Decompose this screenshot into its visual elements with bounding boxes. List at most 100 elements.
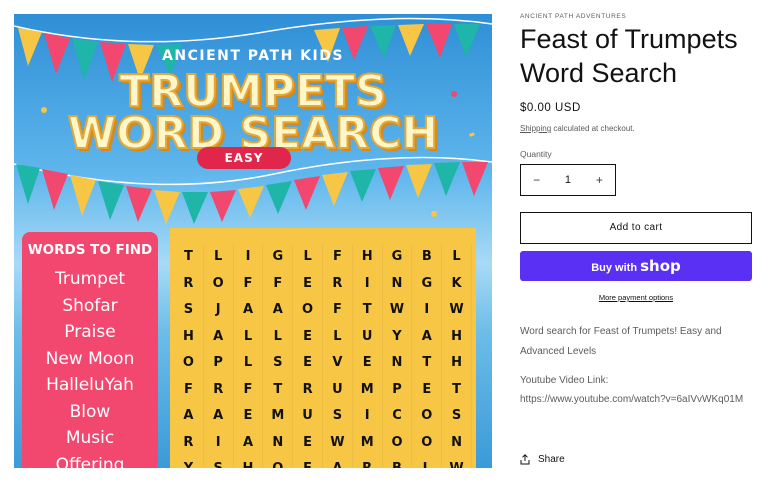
- youtube-info: Youtube Video Link: https://www.youtube.…: [520, 371, 745, 409]
- word-item: Music: [65, 428, 115, 448]
- grid-letter: L: [442, 244, 472, 271]
- grid-letter: M: [353, 376, 383, 403]
- add-to-cart-button[interactable]: Add to cart: [520, 212, 752, 244]
- grid-letter: T: [353, 297, 383, 324]
- grid-letter: R: [323, 270, 353, 297]
- grid-letter: L: [323, 323, 353, 350]
- grid-letter: F: [174, 376, 204, 403]
- grid-letter: A: [234, 429, 264, 456]
- grid-letter: A: [174, 403, 204, 430]
- grid-letter: M: [263, 403, 294, 430]
- grid-letter: O: [293, 297, 323, 324]
- grid-letter: A: [234, 297, 264, 324]
- grid-letter: G: [263, 244, 294, 271]
- grid-letter: L: [234, 323, 264, 350]
- quantity-decrease-button[interactable]: −: [521, 173, 552, 187]
- words-heading: WORDS TO FIND: [27, 242, 153, 258]
- grid-letter: W: [442, 456, 472, 468]
- word-item: New Moon: [45, 348, 135, 369]
- grid-letter: I: [353, 270, 383, 297]
- grid-letter: Y: [383, 323, 413, 350]
- grid-letter: L: [293, 244, 323, 271]
- product-price: $0.00 USD: [520, 102, 581, 114]
- grid-letter: W: [442, 297, 472, 324]
- grid-row: ROFFERINGK: [174, 270, 472, 297]
- grid-letter: J: [204, 297, 234, 324]
- image-title-line1: TRUMPETS: [118, 66, 387, 117]
- image-kicker: ANCIENT PATH KIDS: [162, 48, 344, 64]
- grid-letter: M: [353, 429, 383, 456]
- grid-letter: W: [323, 429, 353, 456]
- quantity-increase-button[interactable]: +: [584, 173, 615, 187]
- grid-letter: H: [442, 350, 472, 377]
- grid-letter: E: [234, 403, 264, 430]
- grid-letter: W: [383, 297, 413, 324]
- grid-letter: A: [323, 456, 353, 468]
- grid-letter: S: [442, 403, 472, 430]
- grid-letter: E: [293, 270, 323, 297]
- grid-row: YSHOFARBLW: [174, 456, 472, 468]
- quantity-input[interactable]: 1: [552, 174, 583, 186]
- grid-letter: H: [174, 323, 204, 350]
- quantity-stepper: − 1 +: [520, 164, 616, 196]
- product-description: Word search for Feast of Trumpets! Easy …: [520, 326, 722, 357]
- grid-letter: F: [323, 297, 353, 324]
- shipping-note: Shipping calculated at checkout.: [520, 124, 635, 133]
- grid-letter: E: [293, 323, 323, 350]
- grid-letter: N: [442, 429, 472, 456]
- word-item: Praise: [64, 322, 116, 342]
- grid-letter: R: [204, 376, 234, 403]
- grid-letter: T: [263, 376, 294, 403]
- words-to-find-panel: WORDS TO FIND Trumpet Shofar Praise New …: [22, 232, 158, 468]
- grid-letter: H: [353, 244, 383, 271]
- grid-letter: S: [204, 456, 234, 468]
- grid-row: AAEMUSICOS: [174, 403, 472, 430]
- difficulty-badge: EASY: [197, 147, 291, 169]
- grid-letter: E: [293, 350, 323, 377]
- grid-letter: B: [412, 244, 443, 271]
- grid-letter: P: [383, 376, 413, 403]
- grid-letter: V: [323, 350, 353, 377]
- grid-letter: S: [174, 297, 204, 324]
- grid-letter: R: [353, 456, 383, 468]
- shipping-link[interactable]: Shipping: [520, 124, 551, 133]
- grid-letter: I: [234, 244, 264, 271]
- grid-letter: H: [442, 323, 472, 350]
- shipping-note-text: calculated at checkout.: [551, 124, 635, 133]
- grid-letter: N: [263, 429, 294, 456]
- share-icon: [520, 454, 530, 465]
- grid-letter: G: [383, 244, 413, 271]
- grid-letter: L: [204, 244, 234, 271]
- grid-letter: U: [293, 403, 323, 430]
- grid-letter: E: [412, 376, 443, 403]
- grid-letter: A: [412, 323, 443, 350]
- grid-letter: T: [442, 376, 472, 403]
- grid-letter: E: [293, 429, 323, 456]
- grid-row: OPLSEVENTH: [174, 350, 472, 377]
- share-button[interactable]: Share: [520, 454, 565, 465]
- grid-letter: C: [383, 403, 413, 430]
- grid-letter: O: [412, 429, 443, 456]
- grid-letter: R: [174, 270, 204, 297]
- youtube-url: https://www.youtube.com/watch?v=6aIVvWKq…: [520, 394, 744, 405]
- grid-letter: F: [293, 456, 323, 468]
- grid-row: FRFTRUMPET: [174, 376, 472, 403]
- product-image[interactable]: ANCIENT PATH KIDS TRUMPETS WORD SEARCH E…: [14, 14, 492, 468]
- grid-letter: L: [234, 350, 264, 377]
- buy-with-shop-button[interactable]: Buy with shop: [520, 251, 752, 281]
- grid-letter: O: [412, 403, 443, 430]
- grid-letter: U: [353, 323, 383, 350]
- buy-with-label: Buy with: [591, 262, 638, 274]
- grid-letter: L: [412, 456, 443, 468]
- grid-letter: R: [293, 376, 323, 403]
- grid-letter: A: [204, 403, 234, 430]
- more-payment-options-link[interactable]: More payment options: [520, 293, 752, 302]
- grid-letter: F: [323, 244, 353, 271]
- word-item: HalleluYah: [46, 375, 134, 395]
- grid-letter: N: [383, 270, 413, 297]
- grid-letter: F: [263, 270, 294, 297]
- grid-letter: O: [174, 350, 204, 377]
- word-item: Offering: [55, 454, 125, 469]
- grid-letter: A: [263, 297, 294, 324]
- grid-letter: O: [263, 456, 294, 468]
